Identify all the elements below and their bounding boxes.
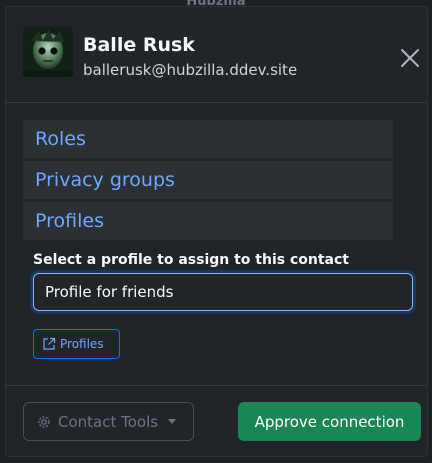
modal-header: Balle Rusk ballerusk@hubzilla.ddev.site: [6, 7, 427, 103]
contact-modal: Balle Rusk ballerusk@hubzilla.ddev.site …: [5, 6, 428, 457]
profile-select[interactable]: Profile for friends: [33, 273, 413, 311]
approve-connection-label: Approve connection: [254, 412, 405, 431]
modal-body: Roles Privacy groups Profiles Select a p…: [6, 104, 427, 386]
contact-address: ballerusk@hubzilla.ddev.site: [83, 61, 298, 79]
close-button[interactable]: [399, 47, 421, 69]
external-link-icon: [43, 337, 56, 350]
assign-profile-label: Select a profile to assign to this conta…: [33, 252, 349, 268]
approve-connection-button[interactable]: Approve connection: [238, 402, 421, 441]
profiles-link-button[interactable]: Profiles: [33, 329, 120, 359]
contact-avatar: [23, 27, 73, 77]
section-profiles[interactable]: Profiles: [23, 202, 393, 240]
gear-icon: [38, 415, 50, 428]
modal-footer: Contact Tools Approve connection: [6, 385, 427, 456]
chevron-down-icon: [168, 419, 177, 424]
profiles-link-label: Profiles: [60, 337, 104, 351]
contact-tools-label: Contact Tools: [58, 412, 159, 431]
close-icon: [401, 49, 419, 67]
section-roles[interactable]: Roles: [23, 120, 393, 158]
contact-tools-button[interactable]: Contact Tools: [23, 402, 194, 441]
contact-name: Balle Rusk: [83, 34, 195, 56]
section-privacy-groups[interactable]: Privacy groups: [23, 161, 393, 199]
